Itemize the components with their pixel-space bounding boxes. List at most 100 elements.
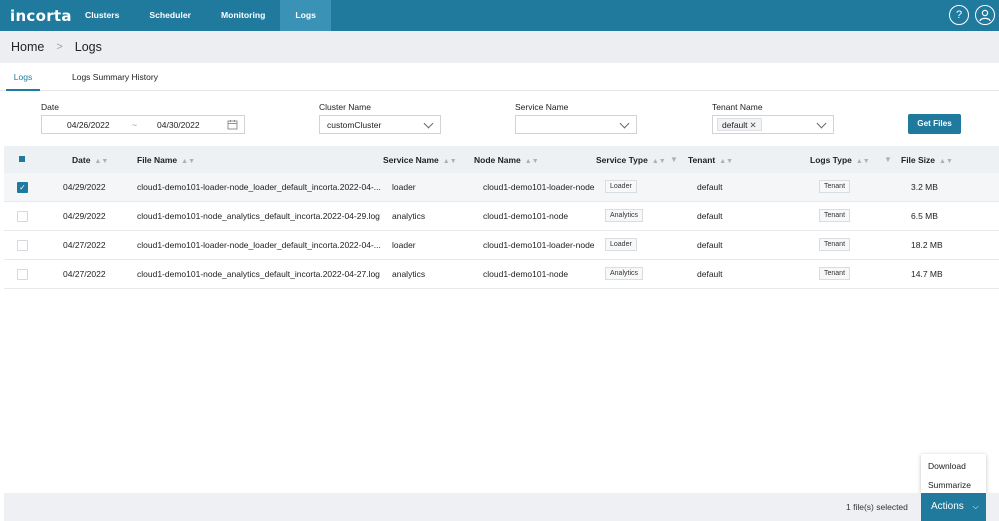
service-type-badge: Loader — [605, 180, 637, 193]
sort-icon[interactable]: ▲▼ — [443, 158, 457, 165]
service-type-badge: Analytics — [605, 267, 644, 280]
cell-node-name: cloud1-demo101-node — [483, 269, 569, 279]
user-icon[interactable] — [975, 5, 995, 25]
table-row[interactable]: 04/29/2022 cloud1-demo101-node_analytics… — [4, 202, 999, 231]
tenant-name-select[interactable]: default ✕ — [712, 115, 834, 134]
col-logs-type[interactable]: Logs Type ▲▼ — [810, 155, 870, 165]
chevron-down-icon: ⌵ — [972, 502, 979, 511]
cell-service-name: loader — [392, 240, 416, 250]
incorta-logo[interactable]: incorta — [10, 7, 72, 25]
logs-type-badge: Tenant — [819, 267, 851, 280]
table-row[interactable]: 04/27/2022 cloud1-demo101-loader-node_lo… — [4, 231, 999, 260]
logs-table: Date ▲▼ File Name ▲▼ Service Name ▲▼ Node N… — [4, 146, 999, 289]
col-tenant[interactable]: Tenant ▲▼ — [688, 155, 733, 165]
nav-logs[interactable]: Logs — [280, 0, 331, 31]
cell-file-name: cloud1-demo101-loader-node_loader_defaul… — [137, 182, 381, 192]
cell-node-name: cloud1-demo101-loader-node — [483, 182, 595, 192]
footer-bar: 1 file(s) selected Actions ⌵ — [4, 493, 999, 521]
col-file-name[interactable]: File Name ▲▼ — [137, 155, 195, 165]
sort-icon[interactable]: ▲▼ — [719, 158, 733, 165]
chevron-right-icon: > — [56, 41, 63, 53]
cluster-name-value: customCluster — [327, 120, 382, 130]
filter-icon[interactable]: ▼ — [884, 155, 892, 164]
chevron-down-icon — [619, 118, 630, 129]
date-from: 04/26/2022 — [67, 120, 110, 130]
cell-service-name: loader — [392, 182, 416, 192]
tab-bar: Logs Logs Summary History — [0, 63, 999, 91]
col-file-size[interactable]: File Size ▲▼ — [901, 155, 953, 165]
date-separator: ~ — [132, 120, 137, 130]
cell-file-name: cloud1-demo101-node_analytics_default_in… — [137, 211, 380, 221]
help-icon[interactable]: ? — [949, 5, 969, 25]
tab-logs-summary-history[interactable]: Logs Summary History — [72, 63, 158, 91]
col-node-name[interactable]: Node Name ▲▼ — [474, 155, 539, 165]
cell-service-name: analytics — [392, 269, 426, 279]
cell-tenant: default — [697, 269, 723, 279]
cell-tenant: default — [697, 182, 723, 192]
tenant-tag-label: default — [722, 120, 748, 130]
cell-date: 04/27/2022 — [63, 269, 106, 279]
menu-item-summarize[interactable]: Summarize — [928, 480, 971, 490]
breadcrumb-home[interactable]: Home — [11, 40, 44, 54]
breadcrumb-current: Logs — [74, 40, 102, 54]
main-nav: Clusters Scheduler Monitoring Logs — [70, 0, 331, 31]
service-name-label: Service Name — [515, 102, 569, 112]
row-checkbox[interactable] — [17, 269, 28, 280]
cluster-name-label: Cluster Name — [319, 102, 371, 112]
cell-file-name: cloud1-demo101-loader-node_loader_defaul… — [137, 240, 381, 250]
service-name-select[interactable] — [515, 115, 637, 134]
sort-icon[interactable]: ▲▼ — [94, 158, 108, 165]
row-checkbox[interactable]: ✓ — [17, 182, 28, 193]
cell-file-name: cloud1-demo101-node_analytics_default_in… — [137, 269, 380, 279]
sort-icon[interactable]: ▲▼ — [939, 158, 953, 165]
sort-icon[interactable]: ▲▼ — [652, 158, 666, 165]
col-service-type[interactable]: Service Type ▲▼ — [596, 155, 666, 165]
nav-scheduler[interactable]: Scheduler — [134, 0, 206, 31]
sort-icon[interactable]: ▲▼ — [181, 158, 195, 165]
select-all-checkbox[interactable] — [19, 156, 25, 162]
cell-date: 04/27/2022 — [63, 240, 106, 250]
table-row[interactable]: ✓ 04/29/2022 cloud1-demo101-loader-node_… — [4, 173, 999, 202]
top-navbar: incorta Clusters Scheduler Monitoring Lo… — [0, 0, 999, 31]
selection-count: 1 file(s) selected — [846, 502, 908, 512]
tab-logs[interactable]: Logs — [6, 63, 40, 91]
cell-tenant: default — [697, 240, 723, 250]
actions-button-label: Actions — [931, 501, 964, 512]
nav-clusters[interactable]: Clusters — [70, 0, 134, 31]
cell-file-size: 14.7 MB — [911, 269, 943, 279]
cell-date: 04/29/2022 — [63, 211, 106, 221]
filter-icon[interactable]: ▼ — [670, 155, 678, 164]
logs-type-badge: Tenant — [819, 238, 851, 251]
cell-service-name: analytics — [392, 211, 426, 221]
date-range-picker[interactable]: 04/26/2022 ~ 04/30/2022 — [41, 115, 245, 134]
sort-icon[interactable]: ▲▼ — [525, 158, 539, 165]
actions-menu: Download Summarize — [921, 454, 986, 495]
col-service-name[interactable]: Service Name ▲▼ — [383, 155, 457, 165]
sort-icon[interactable]: ▲▼ — [856, 158, 870, 165]
table-row[interactable]: 04/27/2022 cloud1-demo101-node_analytics… — [4, 260, 999, 289]
close-icon[interactable]: ✕ — [750, 120, 757, 130]
row-checkbox[interactable] — [17, 240, 28, 251]
cell-node-name: cloud1-demo101-node — [483, 211, 569, 221]
cell-file-size: 3.2 MB — [911, 182, 938, 192]
chevron-down-icon — [423, 118, 434, 129]
table-header: Date ▲▼ File Name ▲▼ Service Name ▲▼ Node N… — [4, 146, 999, 173]
menu-item-download[interactable]: Download — [928, 461, 966, 471]
actions-button[interactable]: Actions ⌵ — [921, 493, 986, 521]
chevron-down-icon — [816, 118, 827, 129]
col-date[interactable]: Date ▲▼ — [72, 155, 108, 165]
logs-type-badge: Tenant — [819, 209, 851, 222]
get-files-button[interactable]: Get Files — [908, 114, 961, 134]
date-to: 04/30/2022 — [157, 120, 200, 130]
service-type-badge: Loader — [605, 238, 637, 251]
nav-monitoring[interactable]: Monitoring — [206, 0, 280, 31]
logs-type-badge: Tenant — [819, 180, 851, 193]
cell-tenant: default — [697, 211, 723, 221]
cluster-name-select[interactable]: customCluster — [319, 115, 441, 134]
calendar-icon — [227, 120, 238, 130]
tenant-name-label: Tenant Name — [712, 102, 763, 112]
row-checkbox[interactable] — [17, 211, 28, 222]
breadcrumb: Home > Logs — [0, 31, 999, 63]
cell-file-size: 18.2 MB — [911, 240, 943, 250]
service-type-badge: Analytics — [605, 209, 644, 222]
